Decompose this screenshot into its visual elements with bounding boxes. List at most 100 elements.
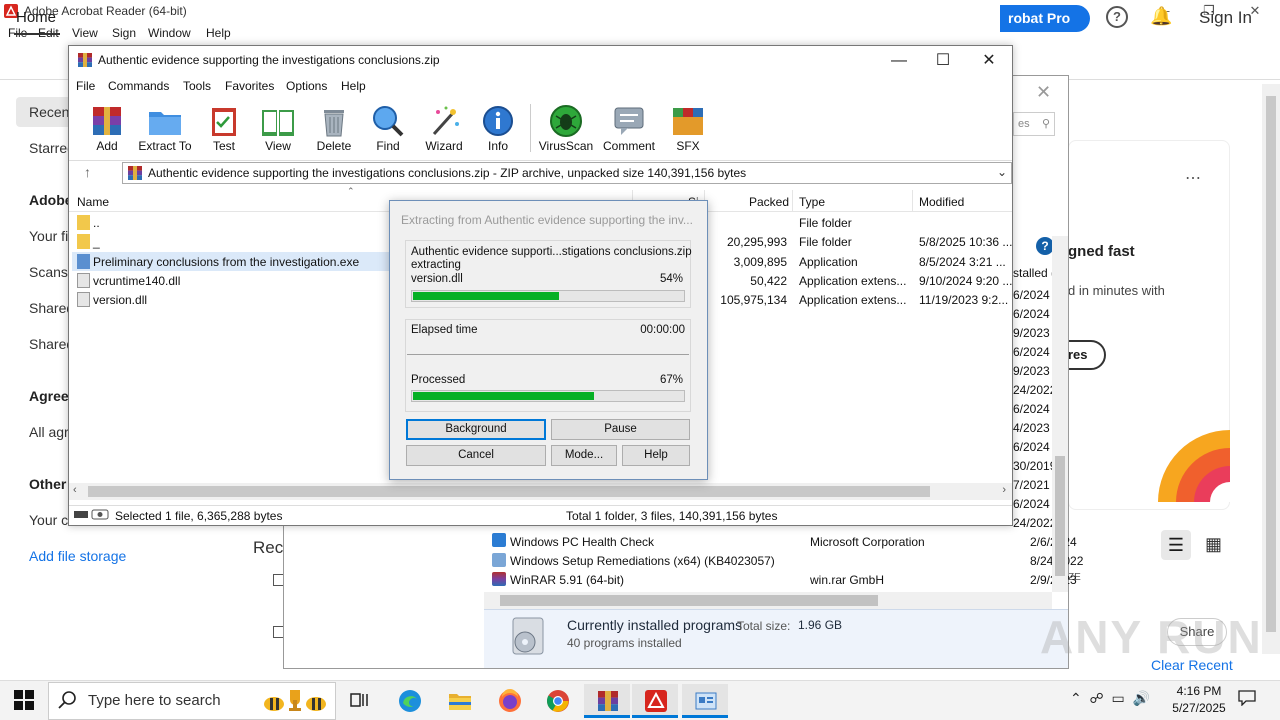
mode-button[interactable]: Mode... <box>551 445 617 466</box>
winrar-menu-favorites[interactable]: Favorites <box>225 79 274 93</box>
windows-start-icon[interactable] <box>14 690 34 710</box>
pause-button[interactable]: Pause <box>551 419 690 440</box>
test-button[interactable]: Test <box>204 100 244 156</box>
taskbar-file-explorer[interactable] <box>436 684 482 718</box>
file-name[interactable]: vcruntime140.dll <box>93 274 180 288</box>
program-name[interactable]: Windows PC Health Check <box>510 535 654 549</box>
sidebar-item-scans[interactable]: Scans <box>29 264 68 280</box>
clock-time[interactable]: 4:16 PM <box>1164 684 1234 698</box>
taskbar-acrobat[interactable] <box>632 684 678 718</box>
add-archive-icon <box>93 107 121 135</box>
exe-icon <box>77 254 90 269</box>
drive-status-icon <box>74 509 109 520</box>
winrar-menubar: File Commands Tools Favorites Options He… <box>69 76 1012 96</box>
acrobat-menu-view[interactable]: View <box>72 26 98 40</box>
task-view-button[interactable] <box>336 684 382 718</box>
taskbar-firefox[interactable] <box>486 684 532 718</box>
more-options-icon[interactable]: ⋯ <box>1185 168 1201 188</box>
installed-on-column-header[interactable]: stalled ( <box>1013 266 1055 280</box>
file-name[interactable]: version.dll <box>93 293 147 307</box>
acrobat-menu-help[interactable]: Help <box>206 26 231 40</box>
home-tab[interactable]: Home <box>16 9 56 26</box>
winrar-menu-file[interactable]: File <box>76 79 95 93</box>
taskbar-chrome[interactable] <box>534 684 580 718</box>
selection-status: Selected 1 file, 6,365,288 bytes <box>115 509 283 523</box>
programs-search-input[interactable]: es ⚲ <box>1013 112 1055 136</box>
installed-date: 9/2023 <box>1013 326 1050 340</box>
file-name[interactable]: .. <box>93 216 100 230</box>
acrobat-menu-sign[interactable]: Sign <box>112 26 136 40</box>
file-modified: 8/5/2024 3:21 ... <box>919 255 1006 269</box>
winrar-close-button[interactable]: ✕ <box>966 46 1012 76</box>
program-publisher: win.rar GmbH <box>810 573 885 587</box>
file-type: File folder <box>799 216 852 230</box>
edge-icon <box>399 690 421 712</box>
system-tray-icons[interactable]: ⌃ ☍ ▭ 🔊 <box>1070 690 1150 707</box>
help-button[interactable]: Help <box>622 445 690 466</box>
wizard-button[interactable]: Wizard <box>422 100 466 156</box>
winrar-menu-options[interactable]: Options <box>286 79 327 93</box>
sidebar-item-all-agreements[interactable]: All agr <box>29 424 69 440</box>
background-button[interactable]: Background <box>406 419 546 440</box>
winrar-minimize-button[interactable]: — <box>876 46 922 76</box>
info-button[interactable]: Info <box>478 100 518 156</box>
sidebar-item-your-other[interactable]: Your c <box>29 512 68 528</box>
extract-to-button[interactable]: Extract To <box>138 100 192 156</box>
program-name[interactable]: Windows Setup Remediations (x64) (KB4023… <box>510 554 775 568</box>
program-name[interactable]: WinRAR 5.91 (64-bit) <box>510 573 624 587</box>
up-folder-icon[interactable]: ↑ <box>84 164 91 180</box>
comment-button[interactable]: Comment <box>600 100 658 156</box>
file-list-horizontal-scrollbar[interactable]: ‹ › <box>69 483 1012 500</box>
grid-view-icon[interactable]: ▦ <box>1205 534 1222 555</box>
acrobat-menu-window[interactable]: Window <box>148 26 191 40</box>
winrar-menu-help[interactable]: Help <box>341 79 366 93</box>
winrar-maximize-button[interactable]: ☐ <box>920 46 966 76</box>
dll-icon <box>77 292 90 307</box>
programs-vertical-scrollbar[interactable] <box>1052 236 1068 592</box>
notifications-bell-icon[interactable]: 🔔 <box>1150 6 1172 27</box>
installed-date: 6/2024 <box>1013 402 1050 416</box>
archive-path-text: Authentic evidence supporting the invest… <box>148 166 747 180</box>
taskbar-control-panel[interactable] <box>682 684 728 718</box>
sidebar-item-recent[interactable]: Recent <box>29 104 73 120</box>
find-button[interactable]: Find <box>368 100 408 156</box>
virusscan-button[interactable]: VirusScan <box>538 100 594 156</box>
total-progress-fill <box>413 392 594 400</box>
winrar-menu-commands[interactable]: Commands <box>108 79 169 93</box>
file-name[interactable]: _ <box>93 235 100 249</box>
column-modified[interactable]: Modified <box>919 195 964 209</box>
add-file-storage-link[interactable]: Add file storage <box>29 548 126 564</box>
delete-button[interactable]: Delete <box>312 100 356 156</box>
winrar-menu-tools[interactable]: Tools <box>183 79 211 93</box>
chevron-down-icon[interactable]: ⌄ <box>997 165 1007 179</box>
recent-heading: Rec <box>253 538 284 557</box>
acrobat-pro-button[interactable]: robat Pro <box>1000 5 1090 32</box>
total-progress-bar <box>411 390 685 402</box>
installed-date: 24/2022 <box>1013 383 1057 397</box>
winrar-taskbar-icon <box>598 691 618 711</box>
list-view-icon[interactable]: ☰ <box>1161 530 1191 560</box>
acrobat-scrollbar[interactable] <box>1262 84 1280 654</box>
sign-in-link[interactable]: Sign In <box>1199 8 1252 28</box>
programs-horizontal-scrollbar[interactable] <box>484 592 1052 609</box>
view-button[interactable]: View <box>256 100 300 156</box>
file-modified: 5/8/2025 10:36 ... <box>919 235 1013 249</box>
sidebar-item-your-files[interactable]: Your fi <box>29 228 68 244</box>
installed-date: 6/2024 <box>1013 288 1050 302</box>
anyrun-watermark: ANY RUN <box>1040 611 1263 663</box>
column-name[interactable]: Name <box>77 195 109 209</box>
notification-center-icon[interactable] <box>1238 690 1256 706</box>
file-name[interactable]: Preliminary conclusions from the investi… <box>93 255 359 269</box>
taskbar-edge[interactable] <box>386 684 432 718</box>
add-button[interactable]: Add <box>84 100 130 156</box>
help-icon[interactable]: ? <box>1106 6 1128 28</box>
taskbar-winrar[interactable] <box>584 684 630 718</box>
programs-close-icon[interactable]: ✕ <box>1036 82 1051 103</box>
cancel-button[interactable]: Cancel <box>406 445 546 466</box>
clock-date[interactable]: 5/27/2025 <box>1164 701 1234 715</box>
sfx-button[interactable]: SFX <box>666 100 710 156</box>
sfx-archive-icon <box>673 108 703 135</box>
installed-date: 6/2024 <box>1013 345 1050 359</box>
column-type[interactable]: Type <box>799 195 825 209</box>
column-packed[interactable]: Packed <box>749 195 789 209</box>
